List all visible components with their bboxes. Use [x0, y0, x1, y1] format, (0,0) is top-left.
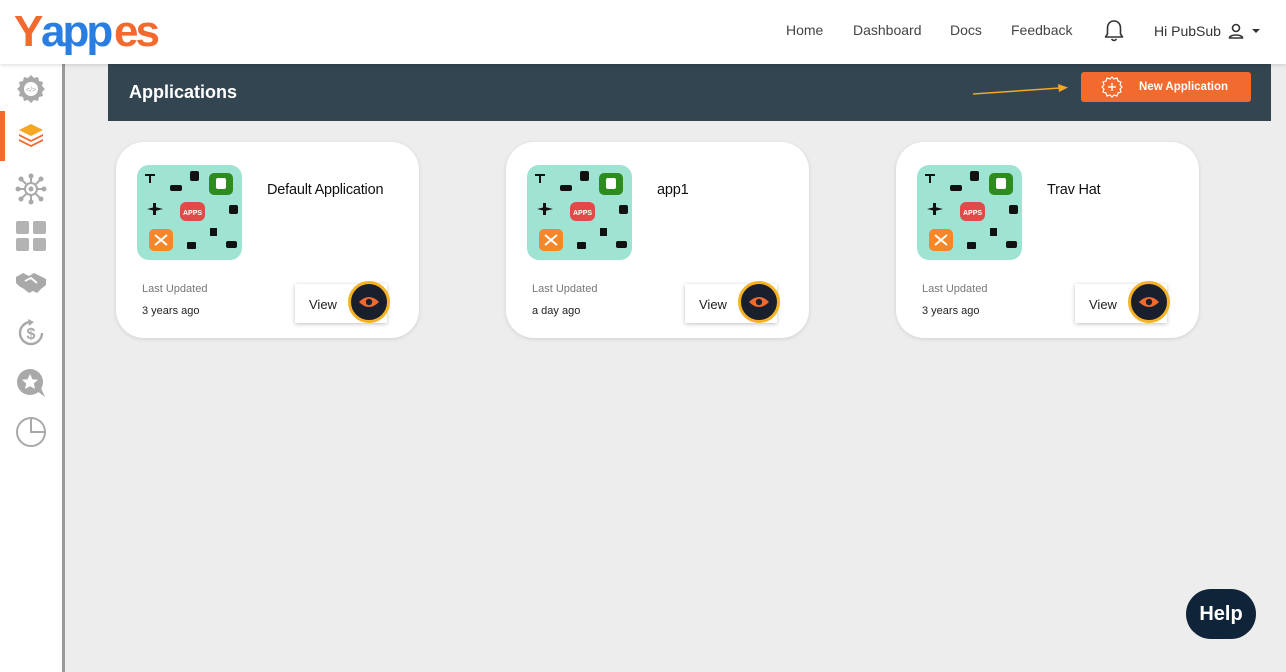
last-updated-label: Last Updated — [142, 283, 208, 295]
svg-text:app: app — [41, 7, 112, 56]
app-card: APPS Default Application Last Updated 3 … — [116, 142, 419, 338]
sidebar-item-grid[interactable] — [0, 214, 62, 258]
app-name[interactable]: Trav Hat — [1047, 182, 1101, 198]
app-card: APPS Trav Hat Last Updated 3 years ago V… — [896, 142, 1199, 338]
sidebar-item-reviews[interactable] — [0, 361, 62, 405]
user-menu[interactable]: Hi PubSub — [1154, 22, 1263, 40]
sidebar-item-analytics[interactable] — [0, 410, 62, 454]
svg-text:</>: </> — [26, 87, 36, 94]
view-button[interactable]: View — [295, 281, 390, 323]
layers-icon — [19, 124, 43, 147]
star-chat-icon — [17, 369, 45, 397]
help-button[interactable]: Help — [1186, 589, 1256, 639]
svg-text:Y: Y — [14, 7, 43, 56]
user-greeting: Hi PubSub — [1154, 23, 1221, 39]
sidebar-item-billing[interactable]: $ — [0, 311, 62, 355]
pie-chart-icon — [16, 417, 46, 447]
sidebar-item-api[interactable]: </> — [0, 67, 62, 111]
last-updated-value: 3 years ago — [142, 305, 200, 317]
api-gear-icon: </> — [17, 75, 45, 103]
sidebar-item-partners[interactable] — [0, 261, 62, 305]
last-updated-value: 3 years ago — [922, 305, 980, 317]
chevron-down-icon — [1251, 29, 1260, 33]
app-thumbnail-icon: APPS — [527, 165, 632, 260]
applications-header: Applications New Application — [108, 64, 1271, 121]
view-eye-button[interactable] — [738, 281, 780, 323]
top-navbar: Y app es Home Dashboard Docs Feedback Hi… — [0, 0, 1286, 64]
view-label: View — [309, 297, 337, 312]
grid-icon — [16, 221, 46, 251]
svg-text:APPS: APPS — [963, 210, 982, 217]
sidebar-divider — [62, 64, 65, 672]
yappes-logo[interactable]: Y app es — [14, 6, 166, 56]
app-name[interactable]: app1 — [657, 182, 689, 198]
nav-home-link[interactable]: Home — [786, 22, 823, 38]
arrow-right-icon — [972, 84, 1068, 95]
add-gear-icon — [1101, 76, 1123, 98]
new-application-button[interactable]: New Application — [1081, 72, 1251, 102]
sidebar-item-applications[interactable] — [0, 111, 62, 161]
last-updated-value: a day ago — [532, 305, 581, 317]
nav-feedback-link[interactable]: Feedback — [1011, 22, 1072, 38]
svg-text:APPS: APPS — [183, 210, 202, 217]
view-eye-button[interactable] — [348, 281, 390, 323]
user-icon — [1228, 23, 1244, 39]
eye-icon — [359, 297, 379, 307]
view-label: View — [699, 297, 727, 312]
view-button[interactable]: View — [1075, 281, 1170, 323]
nav-dashboard-link[interactable]: Dashboard — [853, 22, 922, 38]
app-thumbnail-icon: APPS — [137, 165, 242, 260]
svg-text:$: $ — [27, 326, 36, 343]
last-updated-label: Last Updated — [922, 283, 988, 295]
bell-icon[interactable] — [1103, 19, 1125, 43]
svg-text:APPS: APPS — [573, 210, 592, 217]
eye-icon — [749, 297, 769, 307]
page-title: Applications — [129, 82, 238, 102]
new-application-label: New Application — [1139, 81, 1229, 93]
view-eye-button[interactable] — [1128, 281, 1170, 323]
eye-icon — [1139, 297, 1159, 307]
dollar-refresh-icon: $ — [18, 319, 44, 346]
network-icon — [15, 173, 47, 205]
app-name[interactable]: Default Application — [267, 182, 384, 198]
sidebar: </> $ — [0, 64, 62, 672]
svg-text:es: es — [114, 7, 158, 56]
sidebar-item-network[interactable] — [0, 167, 62, 211]
nav-docs-link[interactable]: Docs — [950, 22, 982, 38]
last-updated-label: Last Updated — [532, 283, 598, 295]
app-card: APPS app1 Last Updated a day ago View — [506, 142, 809, 338]
handshake-icon — [16, 273, 46, 293]
view-button[interactable]: View — [685, 281, 780, 323]
app-thumbnail-icon: APPS — [917, 165, 1022, 260]
view-label: View — [1089, 297, 1117, 312]
